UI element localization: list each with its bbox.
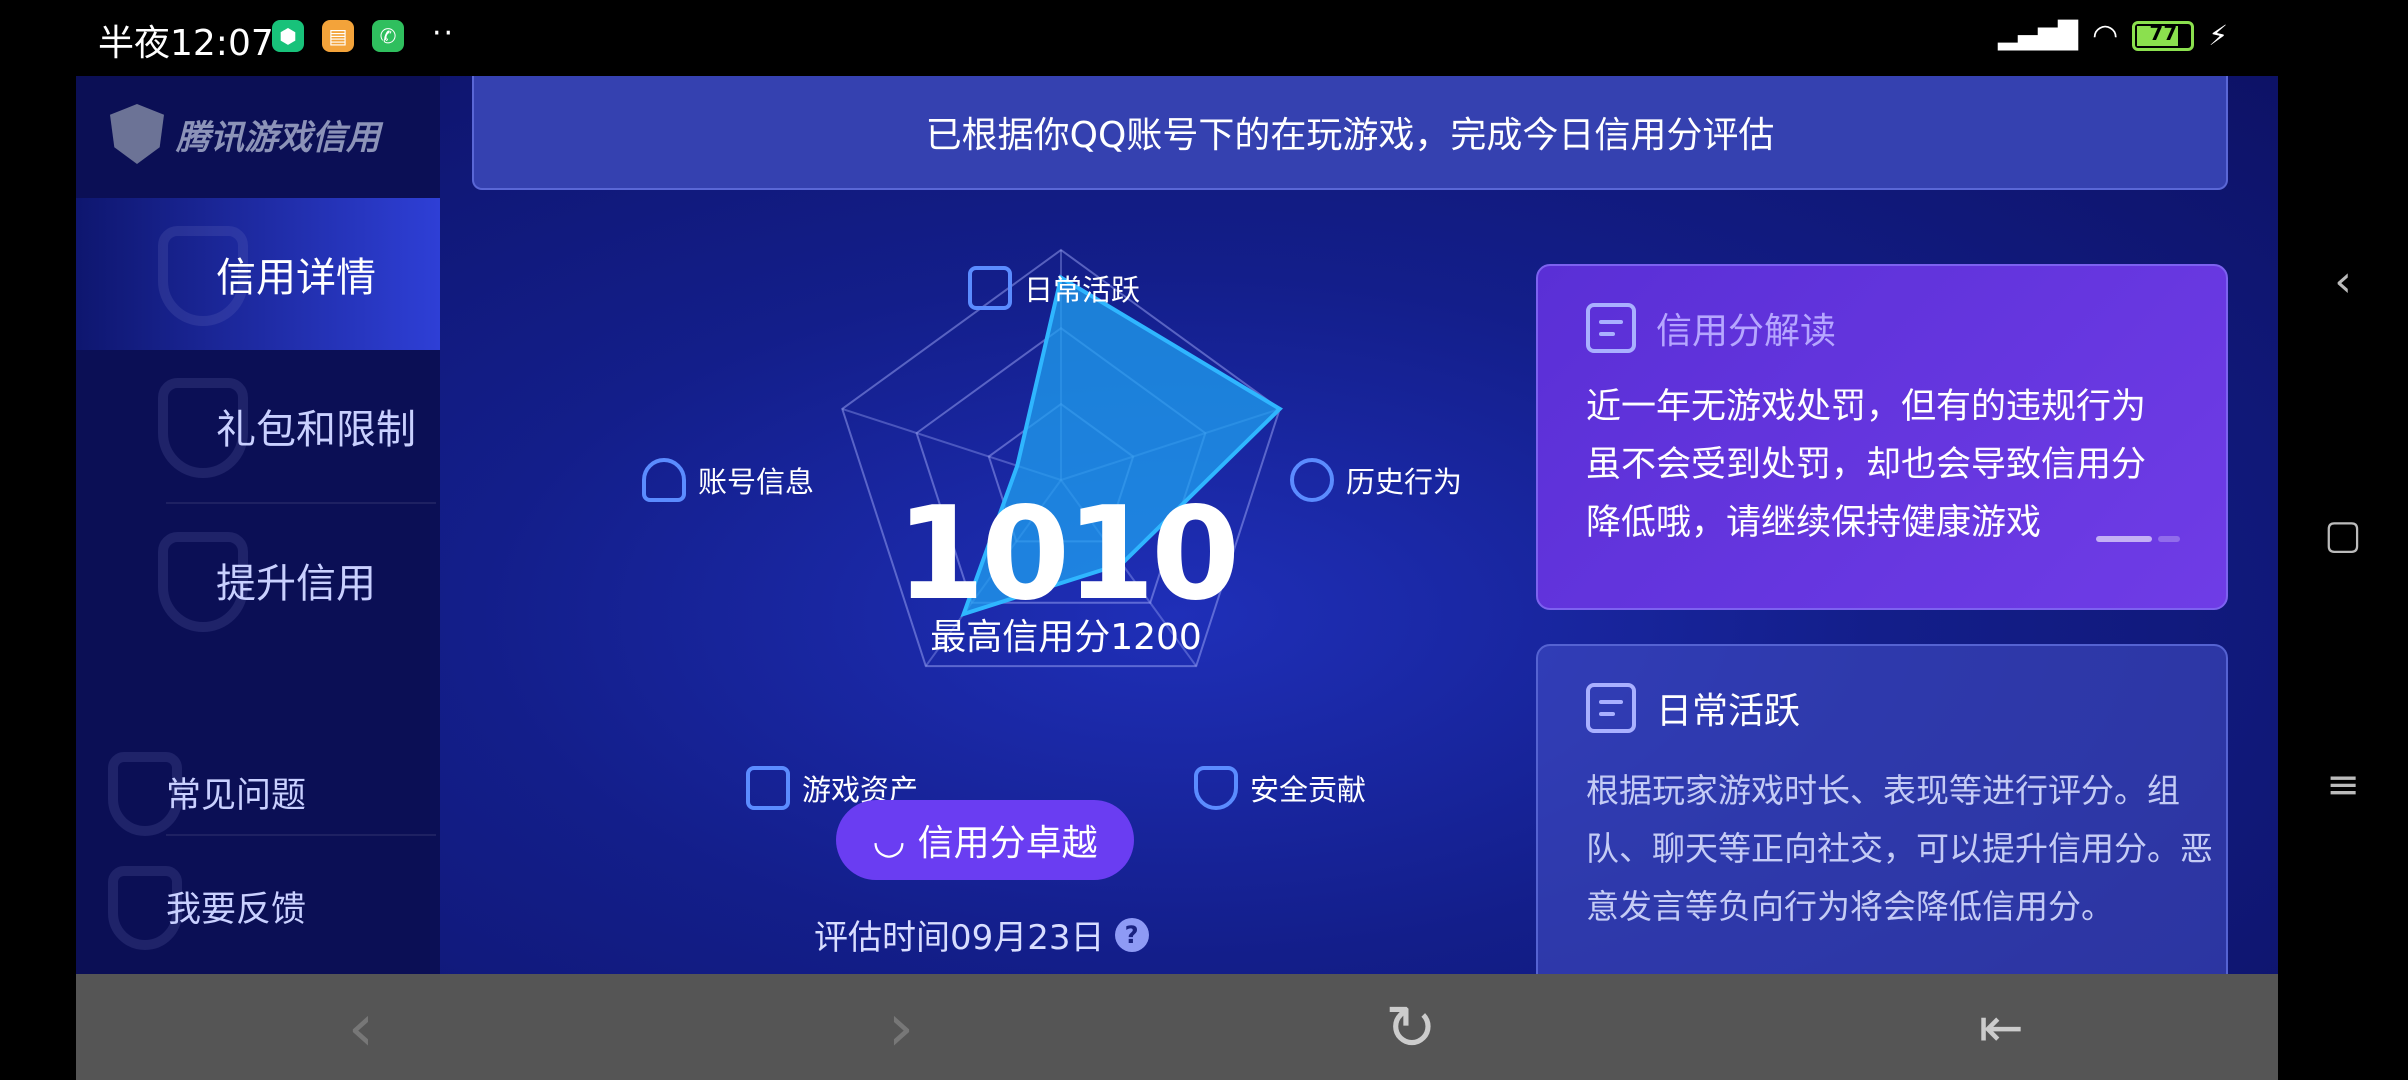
status-bar: 半夜12:07 ⬢ ▤ ✆ ·· ▂▄▆█ ◠ 77 ⚡	[0, 0, 2408, 76]
indicator-dot	[2158, 536, 2180, 542]
radar-label-text: 账号信息	[698, 465, 815, 499]
sidebar-item-credit-details[interactable]: 信用详情	[76, 198, 440, 350]
max-score-text: 最高信用分1200	[930, 617, 1202, 658]
card-header: 信用分解读	[1586, 302, 1836, 354]
menu-icon: ≡	[2326, 762, 2360, 808]
sidebar-item-gifts-limits[interactable]: 礼包和限制	[76, 350, 440, 502]
phone-app-icon: ✆	[372, 20, 404, 52]
eval-time-text: 评估时间09月23日	[814, 918, 1105, 958]
divider	[166, 834, 436, 836]
sidebar-item-faq[interactable]: 常见问题	[76, 736, 440, 848]
sidebar-item-label: 提升信用	[216, 561, 376, 607]
card-title: 信用分解读	[1656, 311, 1837, 352]
browser-bottom-bar: ‹ › ↻ ⇤	[76, 974, 2278, 1080]
logo-text: 腾讯游戏信用	[176, 117, 380, 158]
chevron-left-icon: ‹	[2334, 256, 2352, 307]
credit-level-button[interactable]: ◡ 信用分卓越	[836, 800, 1134, 880]
card-body: 近一年无游戏处罚，但有的违规行为 虽不会受到处罚，却也会导致信用分 降低哦，请继…	[1586, 378, 2146, 552]
card-title: 日常活跃	[1656, 691, 1801, 732]
chevron-right-icon: ›	[887, 988, 915, 1066]
notes-app-icon: ▤	[322, 20, 354, 52]
shield-app-icon: ⬢	[272, 20, 304, 52]
card-line: 根据玩家游戏时长、表现等进行评分。组	[1586, 771, 2180, 810]
credit-interpretation-card[interactable]: 信用分解读 近一年无游戏处罚，但有的违规行为 虽不会受到处罚，却也会导致信用分 …	[1536, 264, 2228, 610]
radar-label-text: 历史行为	[1346, 465, 1463, 499]
nav-home-button[interactable]: ▢	[2324, 512, 2362, 558]
exit-button[interactable]: ⇤	[1966, 992, 2036, 1062]
card-line: 意发言等负向行为将会降低信用分。	[1586, 887, 2114, 926]
document-icon	[1586, 683, 1636, 733]
sidebar-item-feedback[interactable]: 我要反馈	[76, 850, 440, 962]
card-line: 降低哦，请继续保持健康游戏	[1586, 503, 2042, 543]
sidebar-item-label: 信用详情	[216, 255, 376, 301]
sidebar-item-label: 常见问题	[166, 775, 307, 816]
daily-activity-icon	[968, 266, 1012, 310]
help-icon[interactable]: ?	[1114, 917, 1149, 952]
radar-label-daily: 日常活跃	[968, 266, 1140, 310]
clock-icon	[1290, 458, 1334, 502]
status-time: 半夜12:07	[98, 23, 274, 64]
carousel-indicator	[2096, 536, 2180, 542]
forward-button[interactable]: ›	[866, 989, 936, 1066]
nav-recents-button[interactable]: ≡	[2326, 762, 2360, 808]
system-nav-bar: ‹ ▢ ≡	[2278, 0, 2408, 1080]
evaluation-banner: 已根据你QQ账号下的在玩游戏，完成今日信用分评估	[472, 76, 2228, 190]
square-icon: ▢	[2324, 512, 2362, 558]
battery-level: 77	[2149, 20, 2178, 45]
card-line: 虽不会受到处罚，却也会导致信用分	[1586, 445, 2147, 485]
card-line: 队、聊天等正向社交，可以提升信用分。恶	[1586, 829, 2213, 868]
credit-score: 1010	[895, 480, 1240, 629]
refresh-icon: ↻	[1385, 990, 1437, 1064]
sidebar: 腾讯游戏信用 信用详情 礼包和限制 提升信用 常见问题 我要反馈	[76, 76, 440, 974]
radar-label-text: 日常活跃	[1024, 273, 1141, 307]
nav-back-button[interactable]: ‹	[2334, 256, 2352, 307]
card-body: 根据玩家游戏时长、表现等进行评分。组 队、聊天等正向社交，可以提升信用分。恶 意…	[1586, 762, 2213, 936]
sidebar-item-improve-credit[interactable]: 提升信用	[76, 504, 440, 656]
smile-icon: ◡	[872, 818, 906, 862]
card-line: 近一年无游戏处罚，但有的违规行为	[1586, 387, 2147, 427]
document-icon	[1586, 303, 1636, 353]
more-notifications-icon: ··	[432, 16, 456, 51]
evaluation-time: 评估时间09月23日 ?	[814, 910, 1149, 959]
card-header: 日常活跃	[1586, 682, 1800, 734]
key-icon	[746, 766, 790, 810]
person-icon	[642, 458, 686, 502]
signal-icon: ▂▄▆█	[1998, 20, 2079, 51]
daily-activity-card: 日常活跃 根据玩家游戏时长、表现等进行评分。组 队、聊天等正向社交，可以提升信用…	[1536, 644, 2228, 974]
exit-icon: ⇤	[1978, 995, 2024, 1059]
sidebar-item-label: 我要反馈	[166, 889, 307, 930]
app-window: 腾讯游戏信用 信用详情 礼包和限制 提升信用 常见问题 我要反馈 已根据你QQ账…	[76, 76, 2278, 974]
battery-icon: 77	[2132, 20, 2195, 51]
banner-text: 已根据你QQ账号下的在玩游戏，完成今日信用分评估	[925, 115, 1775, 156]
back-button[interactable]: ‹	[326, 989, 396, 1066]
wifi-icon: ◠	[2092, 18, 2119, 53]
sidebar-item-label: 礼包和限制	[216, 407, 416, 453]
radar-label-history: 历史行为	[1290, 458, 1462, 502]
shield-logo-icon	[110, 104, 164, 164]
charging-icon: ⚡	[2208, 19, 2228, 52]
app-logo: 腾讯游戏信用	[110, 104, 380, 164]
radar-label-security: 安全贡献	[1194, 766, 1366, 810]
radar-label-account: 账号信息	[642, 458, 814, 502]
help-glyph: ?	[1124, 920, 1139, 949]
radar-label-text: 安全贡献	[1250, 773, 1367, 807]
indicator-dot	[2096, 536, 2152, 542]
left-strip	[0, 0, 76, 1080]
chevron-left-icon: ‹	[347, 988, 375, 1066]
refresh-button[interactable]: ↻	[1376, 990, 1446, 1064]
credit-level-label: 信用分卓越	[917, 823, 1098, 864]
shield-icon	[1194, 766, 1238, 810]
